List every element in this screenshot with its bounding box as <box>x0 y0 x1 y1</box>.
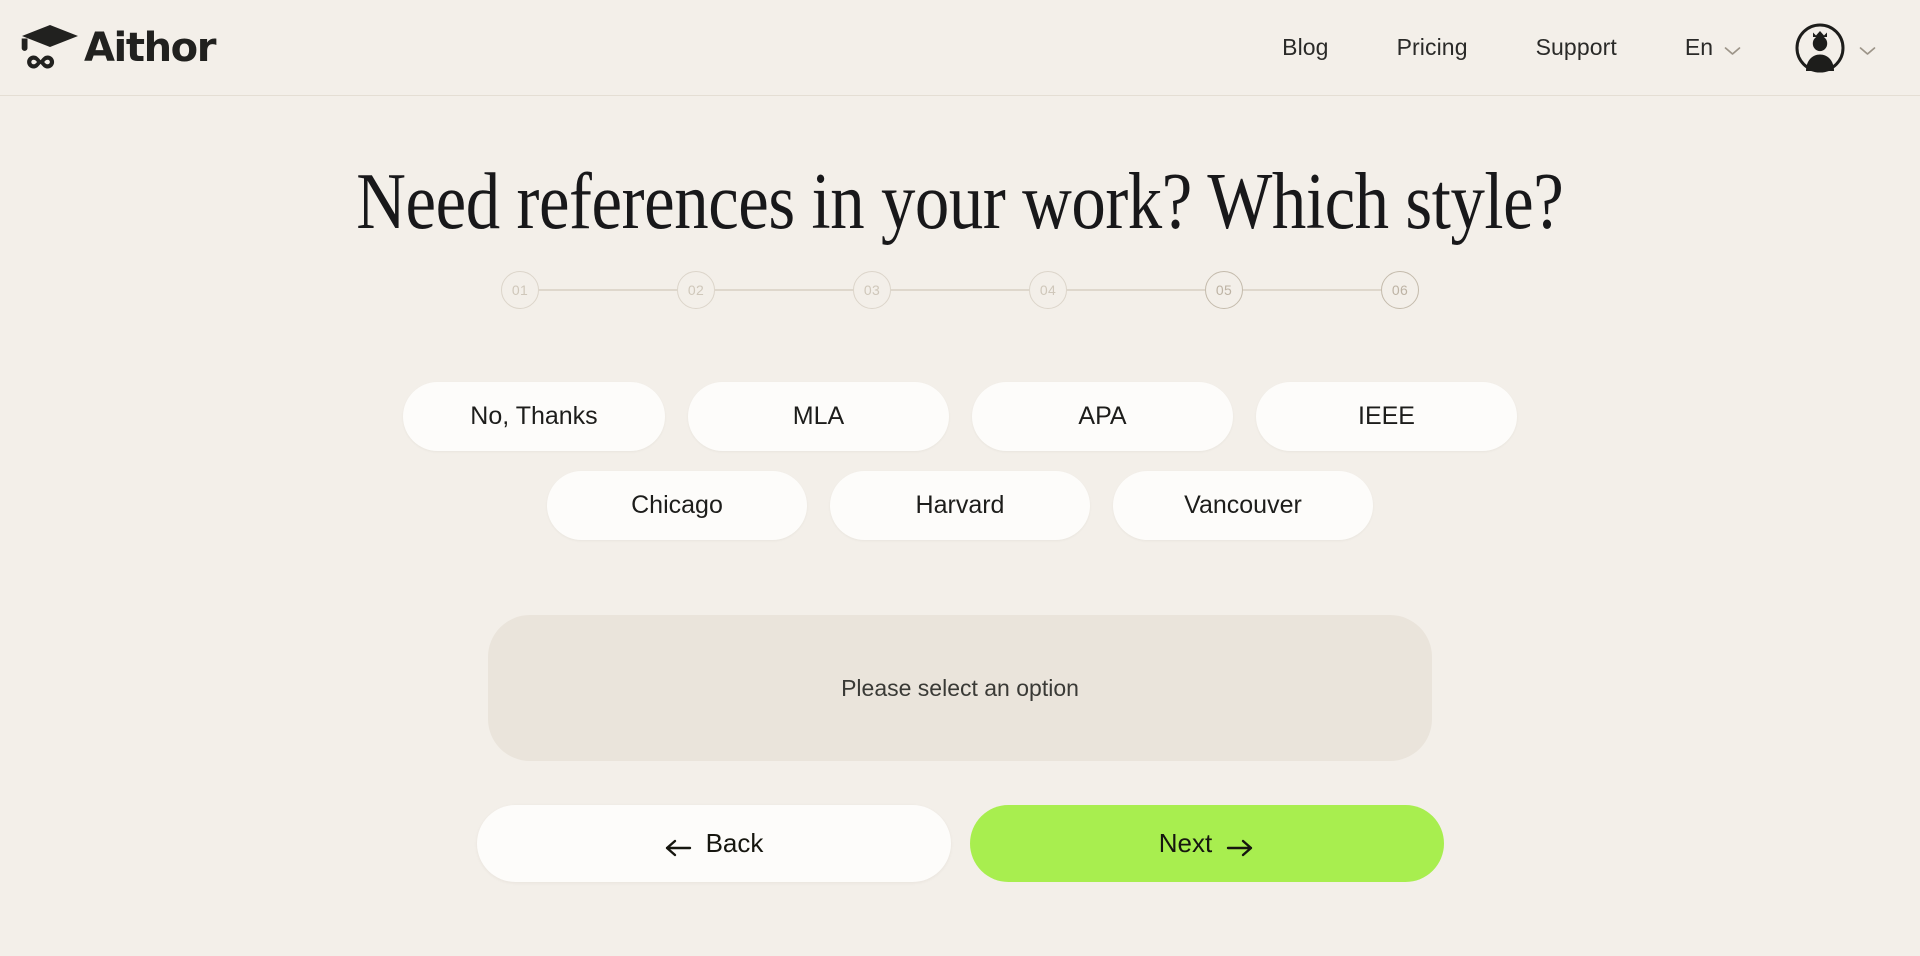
option-mla[interactable]: MLA <box>688 382 949 451</box>
step-connector <box>891 289 1029 291</box>
option-apa[interactable]: APA <box>972 382 1233 451</box>
step-indicator-01[interactable]: 01 <box>501 271 539 309</box>
site-header: Aithor Blog Pricing Support En <box>0 0 1920 96</box>
selection-notice-text: Please select an option <box>841 674 1079 701</box>
step-connector <box>1067 289 1205 291</box>
arrow-left-icon <box>664 834 692 856</box>
chevron-down-icon <box>1859 43 1876 55</box>
page-title: Need references in your work? Which styl… <box>356 158 1564 246</box>
step-connector <box>715 289 853 291</box>
brand-logo[interactable]: Aithor <box>14 22 216 74</box>
nav-link-pricing[interactable]: Pricing <box>1363 26 1502 69</box>
arrow-right-icon <box>1226 834 1254 856</box>
step-indicator-03[interactable]: 03 <box>853 271 891 309</box>
nav-link-support[interactable]: Support <box>1502 26 1651 69</box>
next-button[interactable]: Next <box>969 805 1444 882</box>
graduation-cap-infinity-icon <box>20 22 82 74</box>
step-connector <box>1243 289 1381 291</box>
primary-navigation: Blog Pricing Support En <box>1248 23 1876 73</box>
option-ieee[interactable]: IEEE <box>1256 382 1517 451</box>
selection-notice: Please select an option <box>488 615 1432 761</box>
account-menu[interactable] <box>1751 23 1876 73</box>
wizard-actions: Back Next <box>476 805 1444 882</box>
option-row-2: Chicago Harvard Vancouver <box>547 471 1373 540</box>
next-button-label: Next <box>1158 828 1213 858</box>
step-connector <box>539 289 677 291</box>
user-crown-avatar-icon <box>1795 23 1845 73</box>
back-button-label: Back <box>705 828 764 858</box>
step-indicator-06[interactable]: 06 <box>1381 271 1419 309</box>
language-label: En <box>1684 34 1713 60</box>
option-row-1: No, Thanks MLA APA IEEE <box>403 382 1517 451</box>
chevron-down-icon <box>1724 43 1741 55</box>
progress-stepper: 01 02 03 04 05 06 <box>501 271 1419 309</box>
option-no-thanks[interactable]: No, Thanks <box>403 382 665 451</box>
step-indicator-02[interactable]: 02 <box>677 271 715 309</box>
step-indicator-04[interactable]: 04 <box>1029 271 1067 309</box>
option-chicago[interactable]: Chicago <box>547 471 807 540</box>
option-group: No, Thanks MLA APA IEEE Chicago Harvard … <box>403 382 1517 540</box>
language-selector[interactable]: En <box>1651 26 1751 69</box>
option-vancouver[interactable]: Vancouver <box>1113 471 1373 540</box>
brand-name: Aithor <box>84 24 216 71</box>
option-harvard[interactable]: Harvard <box>830 471 1090 540</box>
back-button[interactable]: Back <box>476 805 951 882</box>
step-indicator-05[interactable]: 05 <box>1205 271 1243 309</box>
nav-link-blog[interactable]: Blog <box>1248 26 1362 69</box>
questionnaire-main: Need references in your work? Which styl… <box>0 96 1920 882</box>
